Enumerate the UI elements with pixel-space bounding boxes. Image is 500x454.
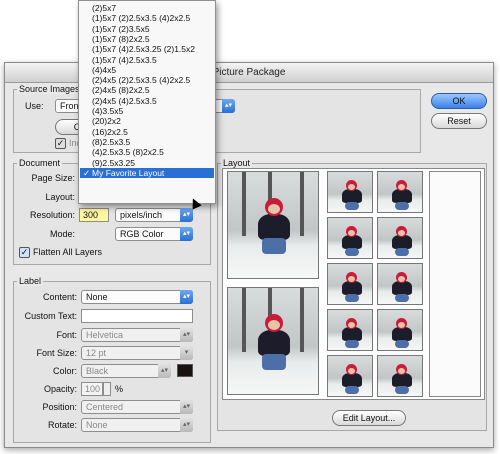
chevron-down-icon: ▾ <box>180 346 193 360</box>
font-size-popup[interactable]: 12 pt ▾ <box>81 346 193 360</box>
double-chevron-icon: ▴▾ <box>180 328 193 342</box>
mode-popup[interactable]: RGB Color ▴▾ <box>115 227 193 241</box>
font-label: Font: <box>56 330 77 340</box>
color-swatch[interactable] <box>177 364 193 377</box>
layout-menu-item-selected[interactable]: ✓ My Favorite Layout <box>80 167 214 179</box>
layout-preview[interactable] <box>222 168 485 400</box>
reset-button[interactable]: Reset <box>431 113 487 129</box>
layout-menu-item[interactable]: (16)2x2.5 <box>80 127 214 137</box>
photo-small-9 <box>377 309 423 351</box>
flatten-label: Flatten All Layers <box>33 247 103 257</box>
photo-small-1 <box>327 171 373 213</box>
layout-menu-item[interactable]: (9)2.5x3.25 <box>80 158 214 168</box>
document-label: Document <box>17 158 63 168</box>
opacity-label: Opacity: <box>43 384 77 394</box>
rotate-popup[interactable]: None ▴▾ <box>81 418 193 432</box>
layout-menu-item[interactable]: (2)4x5 (2)2.5x3.5 (4)2x2.5 <box>80 75 214 85</box>
content-label: Content: <box>42 292 77 302</box>
photo-small-4 <box>327 309 373 351</box>
layout-dropdown-menu[interactable]: (2)5x7 (1)5x7 (2)2.5x3.5 (4)2x2.5 (1)5x7… <box>78 0 216 204</box>
layout-menu-item[interactable]: (4)2.5x3.5 (8)2x2.5 <box>80 147 214 157</box>
layout-menu-item[interactable]: (1)5x7 (4)2.5x3.5 <box>80 55 214 65</box>
layout-menu-item[interactable]: (2)5x7 <box>80 3 214 13</box>
layout-menu-item[interactable]: (4)3.5x5 <box>80 106 214 116</box>
photo-large-bottom <box>227 287 319 395</box>
layout-menu-item[interactable]: (1)5x7 (4)2.5x3.25 (2)1.5x2 <box>80 44 214 54</box>
layout-menu-item[interactable]: (1)5x7 (2)3.5x5 <box>80 24 214 34</box>
resolution-unit-value: pixels/inch <box>120 210 163 220</box>
rotate-value: None <box>86 420 108 430</box>
opacity-arrow-icon[interactable] <box>103 382 111 396</box>
page-size-label: Page Size: <box>31 173 75 183</box>
content-popup[interactable]: None ▴▾ <box>81 290 193 304</box>
layout-menu-item[interactable]: (20)2x2 <box>80 116 214 126</box>
resolution-label: Resolution: <box>29 210 75 220</box>
photo-small-6 <box>377 171 423 213</box>
photo-small-8 <box>377 263 423 305</box>
content-value: None <box>86 292 108 302</box>
photo-large-top <box>227 171 319 279</box>
photo-small-3 <box>327 263 373 305</box>
font-size-value: 12 pt <box>86 348 107 358</box>
layout-menu-item[interactable]: (8)2.5x3.5 <box>80 137 214 147</box>
custom-text-label: Custom Text: <box>24 311 77 321</box>
layout-menu-item[interactable]: (1)5x7 (2)2.5x3.5 (4)2x2.5 <box>80 13 214 23</box>
color-value: Black <box>86 366 109 376</box>
flatten-checkbox[interactable]: ✓ <box>19 247 30 258</box>
photo-small-5 <box>327 355 373 397</box>
opacity-input[interactable]: 100 <box>81 382 103 396</box>
layout-preview-label: Layout <box>221 158 253 168</box>
use-label: Use: <box>25 101 44 111</box>
font-popup[interactable]: Helvetica ▴▾ <box>81 328 193 342</box>
custom-text-input[interactable] <box>81 309 193 323</box>
position-popup[interactable]: Centered ▴▾ <box>81 400 193 414</box>
double-chevron-icon: ▴▾ <box>158 364 171 378</box>
label-group-label: Label <box>17 276 44 286</box>
empty-slot <box>429 171 481 397</box>
color-popup[interactable]: Black ▴▾ <box>81 364 171 378</box>
opacity-unit: % <box>115 384 124 394</box>
photo-small-2 <box>327 217 373 259</box>
position-value: Centered <box>86 402 124 412</box>
double-chevron-icon: ▴▾ <box>180 290 193 304</box>
resolution-unit-popup[interactable]: pixels/inch ▴▾ <box>115 208 193 222</box>
photo-small-10 <box>377 355 423 397</box>
mode-label: Mode: <box>49 229 75 239</box>
double-chevron-icon: ▴▾ <box>180 208 193 222</box>
source-images-label: Source Images <box>17 84 82 94</box>
layout-menu-item[interactable]: (4)4x5 <box>80 65 214 75</box>
resolution-input[interactable]: 300 <box>79 208 109 222</box>
mode-value: RGB Color <box>120 229 164 239</box>
double-chevron-icon: ▴▾ <box>222 99 235 113</box>
position-label: Position: <box>42 402 77 412</box>
layout-menu-item-label: My Favorite Layout <box>92 167 165 178</box>
ok-button[interactable]: OK <box>431 93 487 109</box>
double-chevron-icon: ▴▾ <box>180 418 193 432</box>
layout-menu-item[interactable]: (1)5x7 (8)2x2.5 <box>80 34 214 44</box>
layout-menu-item[interactable]: (2)4x5 (4)2.5x3.5 <box>80 96 214 106</box>
double-chevron-icon: ▴▾ <box>180 400 193 414</box>
font-size-label: Font Size: <box>36 348 77 358</box>
double-chevron-icon: ▴▾ <box>180 227 193 241</box>
layout-menu-item[interactable]: (2)4x5 (8)2x2.5 <box>80 85 214 95</box>
rotate-label: Rotate: <box>47 420 77 430</box>
layout-label: Layout: <box>45 192 75 202</box>
photo-small-7 <box>377 217 423 259</box>
font-value: Helvetica <box>86 330 124 340</box>
edit-layout-button[interactable]: Edit Layout... <box>332 410 406 426</box>
checkmark-icon: ✓ <box>83 167 91 178</box>
color-label: Color: <box>52 366 77 376</box>
include-checkbox[interactable]: ✓ <box>55 138 66 149</box>
